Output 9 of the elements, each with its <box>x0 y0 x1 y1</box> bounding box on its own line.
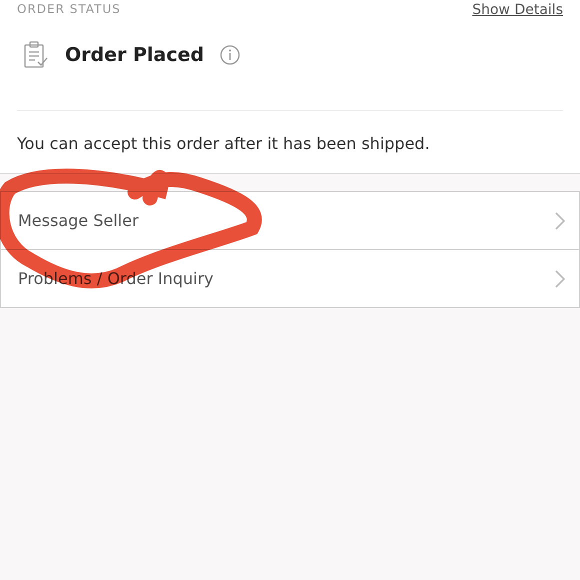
info-icon[interactable] <box>220 45 240 65</box>
chevron-right-icon <box>555 270 565 288</box>
menu-item[interactable]: Message Seller <box>0 191 580 250</box>
status-title: Order Placed <box>65 44 204 66</box>
show-details-link[interactable]: Show Details <box>472 2 563 18</box>
clipboard-icon <box>23 41 49 69</box>
order-note: You can accept this order after it has been shipped. <box>17 133 431 155</box>
section-label: ORDER STATUS <box>17 2 121 16</box>
chevron-right-icon <box>555 212 565 230</box>
